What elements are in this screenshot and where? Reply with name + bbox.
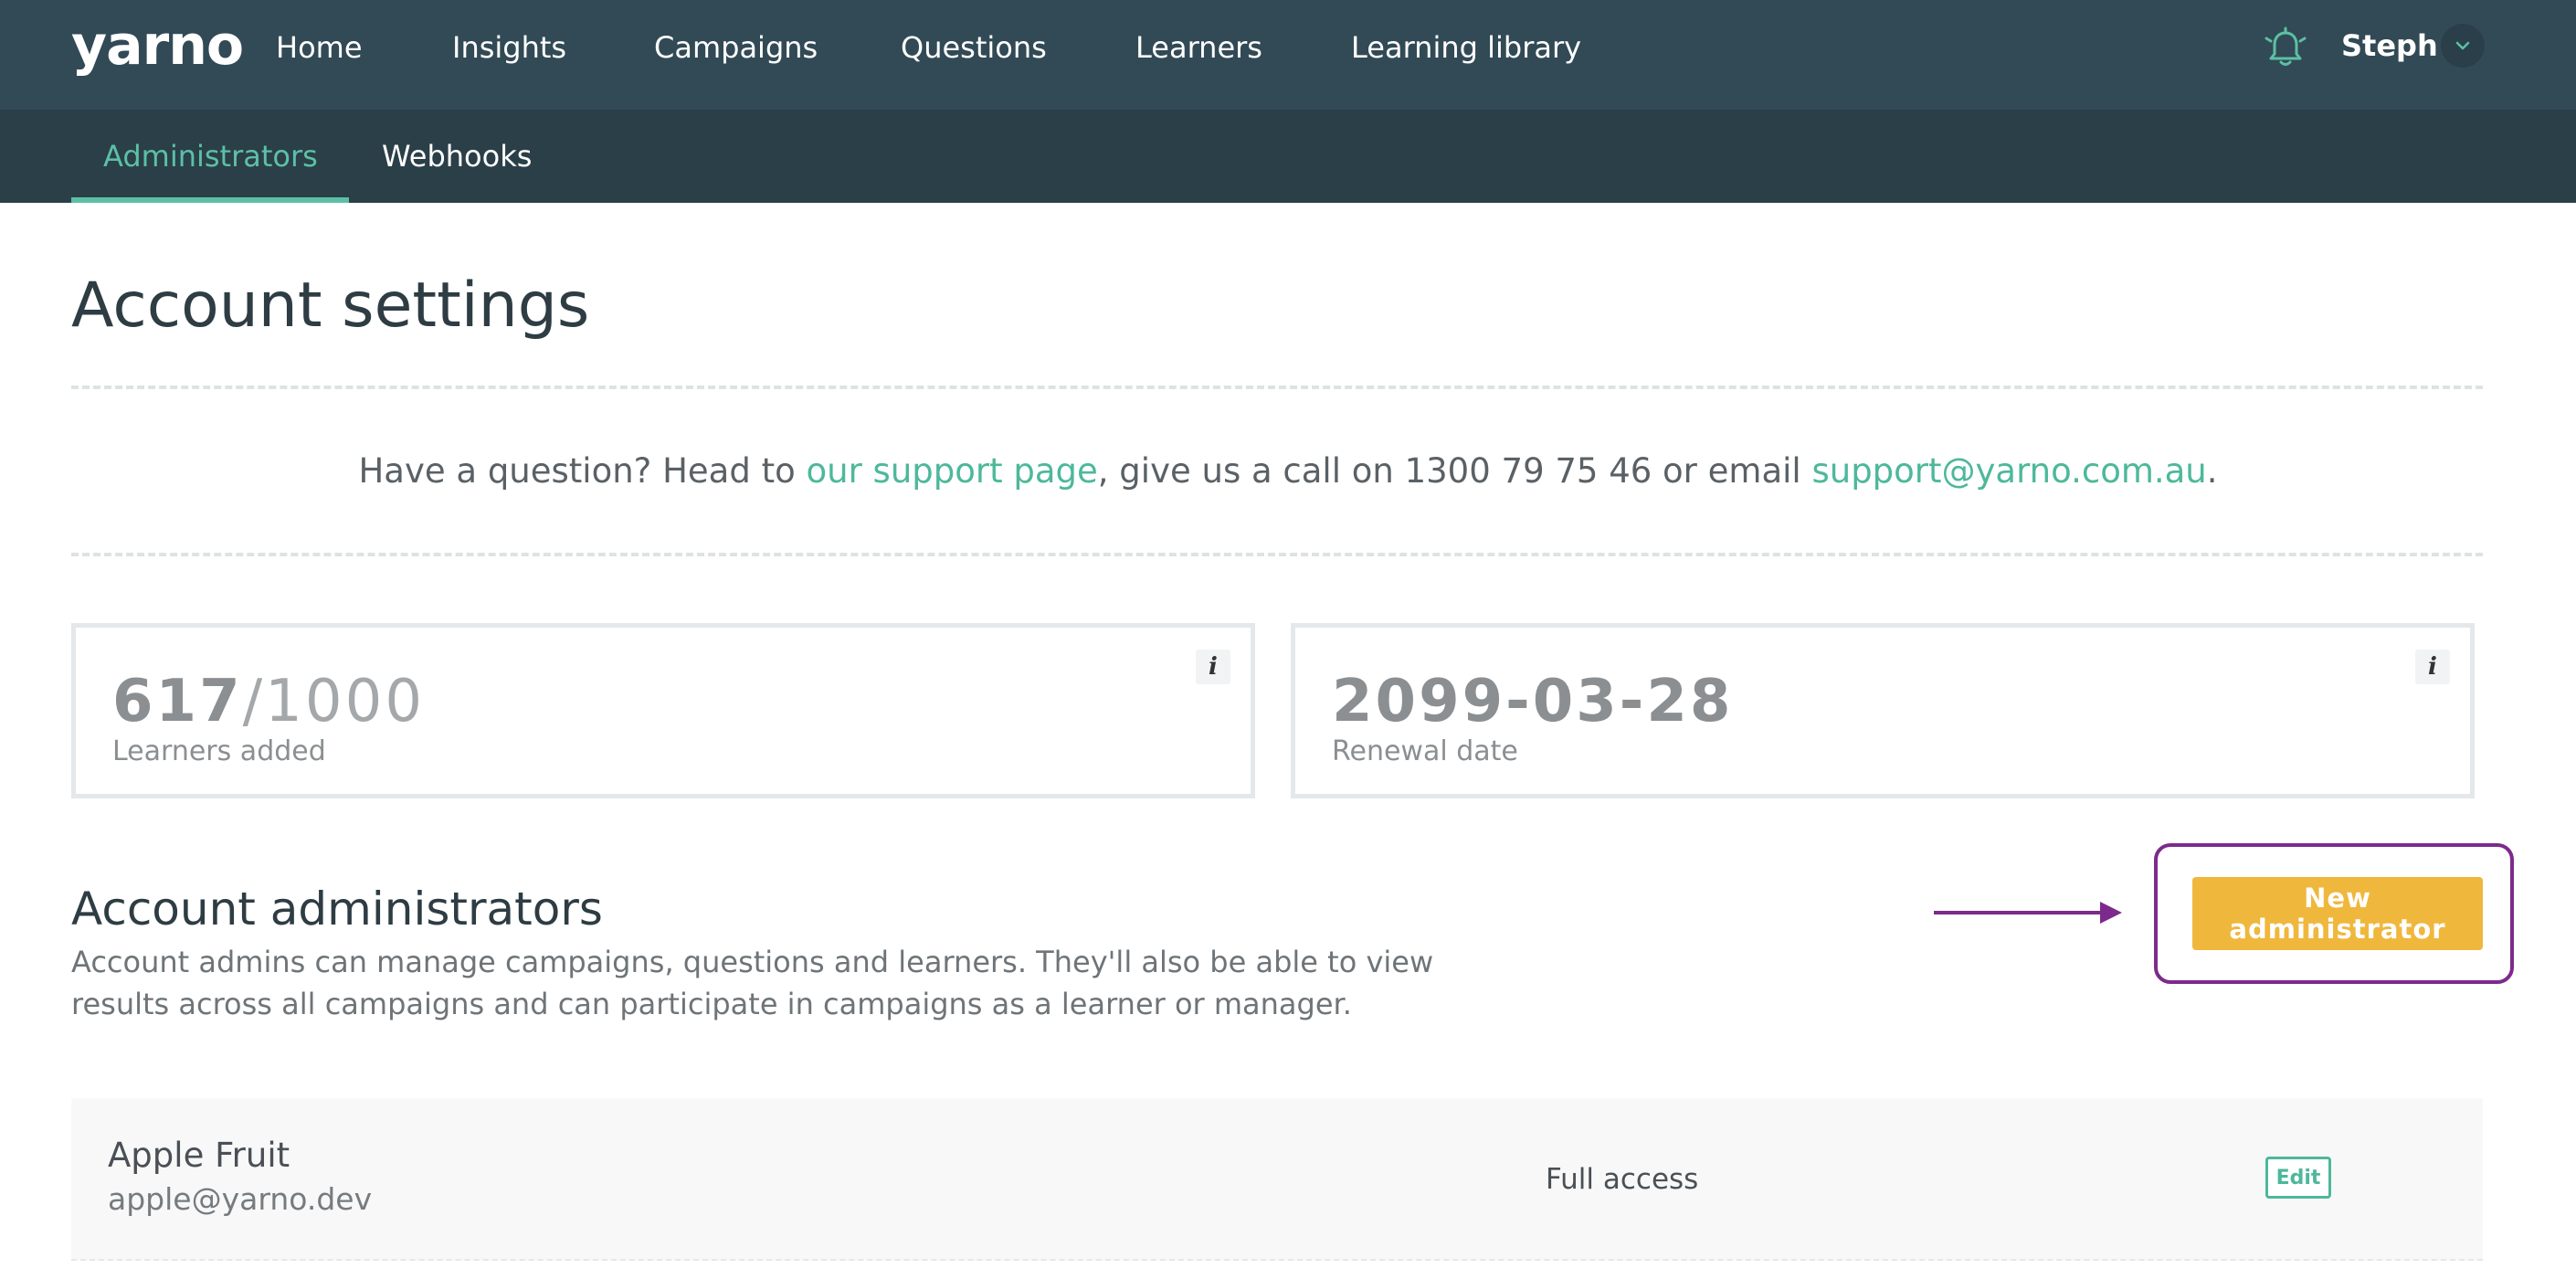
table-row: Apple Fruit apple@yarno.dev Full access …: [71, 1098, 2483, 1261]
user-name[interactable]: Steph: [2341, 0, 2438, 91]
chevron-down-icon: [2455, 41, 2470, 50]
settings-subnav: Administrators Webhooks: [0, 110, 2576, 203]
annotation-arrow-icon: [1934, 902, 2122, 924]
new-administrator-button[interactable]: New administrator: [2192, 877, 2483, 950]
renewal-value: 2099-03-28: [1332, 668, 1734, 735]
section-title: Account administrators: [71, 883, 603, 935]
edit-button[interactable]: Edit: [2265, 1157, 2331, 1199]
support-email-link[interactable]: support@yarno.com.au: [1811, 451, 2206, 491]
support-page-link[interactable]: our support page: [806, 451, 1097, 491]
bell-icon[interactable]: [2263, 26, 2308, 71]
nav-item-home[interactable]: Home: [276, 0, 363, 95]
divider: [71, 553, 2483, 556]
admin-access-level: Full access: [1546, 1163, 1699, 1196]
learners-count: 617/1000: [112, 670, 425, 734]
support-text-middle: , give us a call on 1300 79 75 46 or ema…: [1097, 451, 1812, 491]
yarno-logo[interactable]: yarno: [71, 13, 244, 79]
info-icon[interactable]: i: [1196, 650, 1230, 684]
active-tab-indicator: [71, 197, 349, 203]
page-title: Account settings: [71, 270, 590, 342]
support-message: Have a question? Head to our support pag…: [0, 446, 2576, 497]
support-text-suffix: .: [2206, 451, 2218, 491]
nav-item-questions[interactable]: Questions: [901, 0, 1047, 95]
support-text-prefix: Have a question? Head to: [358, 451, 807, 491]
nav-item-learning-library[interactable]: Learning library: [1351, 0, 1581, 95]
nav-item-campaigns[interactable]: Campaigns: [654, 0, 818, 95]
admin-email: apple@yarno.dev: [108, 1181, 373, 1217]
admin-name: Apple Fruit: [108, 1136, 290, 1175]
learners-added-card: 617/1000 Learners added i: [71, 623, 1255, 798]
info-icon[interactable]: i: [2415, 650, 2450, 684]
divider: [71, 386, 2483, 389]
user-menu-toggle[interactable]: [2441, 24, 2485, 68]
renewal-label: Renewal date: [1332, 735, 1518, 767]
learners-limit: /1000: [242, 668, 426, 735]
nav-item-learners[interactable]: Learners: [1135, 0, 1262, 95]
learners-label: Learners added: [112, 735, 326, 767]
section-description: Account admins can manage campaigns, que…: [71, 945, 1434, 1021]
nav-item-insights[interactable]: Insights: [452, 0, 566, 95]
renewal-date-card: 2099-03-28 Renewal date i: [1291, 623, 2475, 798]
top-navigation: yarno Home Insights Campaigns Questions …: [0, 0, 2576, 110]
tab-webhooks[interactable]: Webhooks: [382, 110, 532, 203]
tab-administrators[interactable]: Administrators: [103, 110, 318, 203]
learners-value: 617: [112, 668, 243, 735]
